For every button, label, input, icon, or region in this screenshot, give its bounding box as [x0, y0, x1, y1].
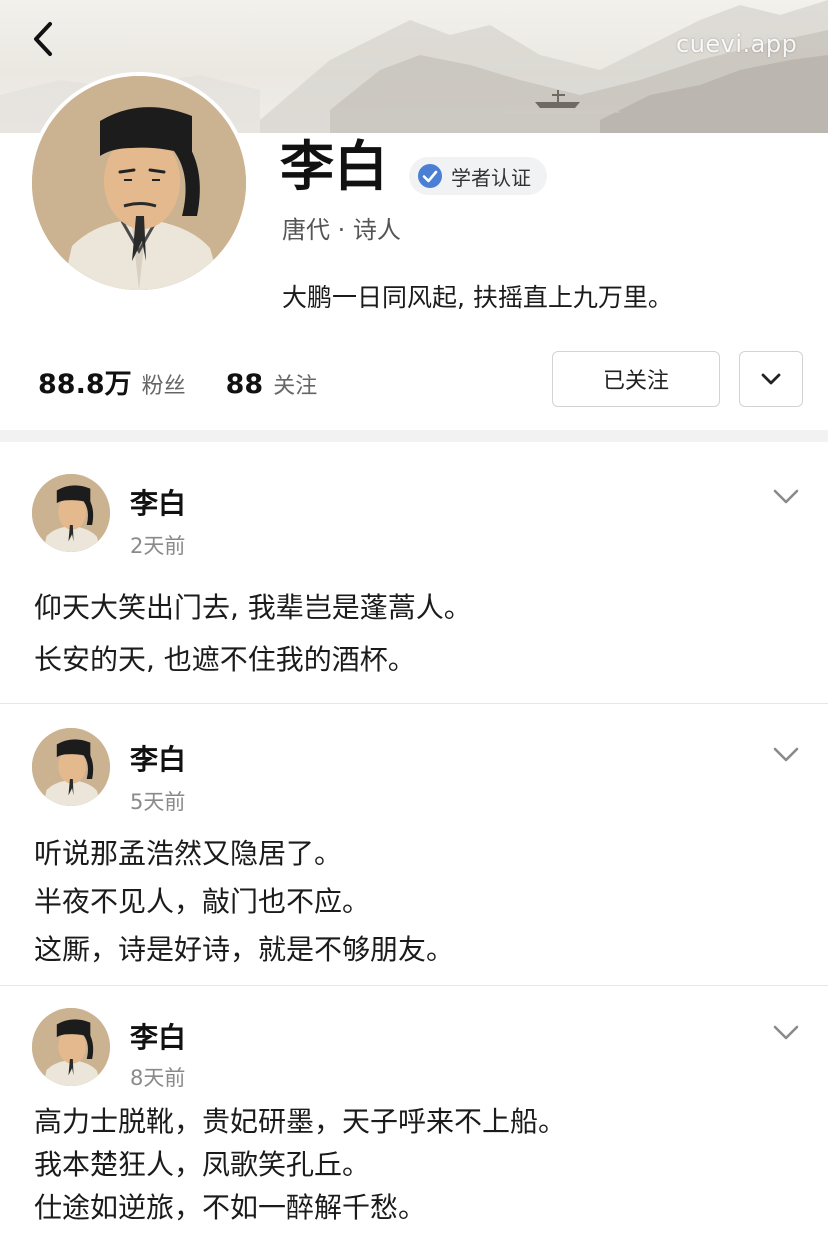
post-line: 我本楚狂人，凤歌笑孔丘。 — [34, 1148, 371, 1181]
profile-bio: 大鹏一日同风起, 扶摇直上九万里。 — [282, 283, 673, 312]
post-text: 听说那孟浩然又隐居了。 半夜不见人，敲门也不应。 这厮，诗是好诗，就是不够朋友。 — [34, 830, 454, 974]
more-options-button[interactable] — [739, 351, 803, 407]
profile-avatar[interactable] — [28, 72, 250, 294]
post-avatar[interactable] — [32, 1008, 110, 1086]
poet-portrait — [32, 1008, 110, 1086]
chevron-left-icon[interactable] — [26, 18, 66, 62]
followers-count[interactable]: 88.8万 — [38, 362, 132, 401]
post-card[interactable]: 李白 5天前 听说那孟浩然又隐居了。 半夜不见人，敲门也不应。 这厮，诗是好诗，… — [0, 704, 828, 986]
followers-label[interactable]: 粉丝 — [142, 368, 186, 400]
post-text: 高力士脱靴，贵妃研墨，天子呼来不上船。 我本楚狂人，凤歌笑孔丘。 仕途如逆旅，不… — [34, 1100, 566, 1229]
section-separator — [0, 430, 828, 442]
post-time: 5天前 — [130, 790, 186, 814]
profile-subtitle: 唐代 · 诗人 — [282, 216, 401, 244]
post-avatar[interactable] — [32, 728, 110, 806]
chevron-down-icon[interactable] — [770, 1022, 802, 1044]
post-card[interactable]: 李白 2天前 仰天大笑出门去, 我辈岂是蓬蒿人。 长安的天, 也遮不住我的酒杯。 — [0, 442, 828, 704]
post-author[interactable]: 李白 — [130, 482, 186, 522]
watermark-text: cuevi.app — [676, 30, 798, 58]
chevron-down-icon[interactable] — [770, 744, 802, 766]
verified-check-icon — [418, 164, 442, 188]
post-line: 仰天大笑出门去, 我辈岂是蓬蒿人。 — [34, 591, 472, 624]
following-count[interactable]: 88 — [226, 369, 264, 400]
following-label[interactable]: 关注 — [273, 368, 317, 400]
post-avatar[interactable] — [32, 474, 110, 552]
post-author[interactable]: 李白 — [130, 738, 186, 778]
following-button[interactable]: 已关注 — [552, 351, 720, 407]
poet-portrait — [32, 474, 110, 552]
post-line: 半夜不见人，敲门也不应。 — [34, 885, 371, 918]
profile-stats: 88.8万 粉丝 88 关注 — [38, 362, 357, 401]
chevron-down-icon — [761, 373, 781, 385]
verification-badge: 学者认证 — [409, 157, 547, 195]
post-line: 仕途如逆旅，不如一醉解千愁。 — [34, 1191, 427, 1224]
poet-portrait — [32, 728, 110, 806]
post-time: 2天前 — [130, 534, 186, 558]
post-author[interactable]: 李白 — [130, 1016, 186, 1056]
post-line: 长安的天, 也遮不住我的酒杯。 — [34, 643, 416, 676]
chevron-down-icon[interactable] — [770, 486, 802, 508]
poet-portrait — [32, 76, 246, 290]
post-text: 仰天大笑出门去, 我辈岂是蓬蒿人。 长安的天, 也遮不住我的酒杯。 — [34, 582, 472, 686]
post-line: 高力士脱靴，贵妃研墨，天子呼来不上船。 — [34, 1105, 567, 1138]
badge-label: 学者认证 — [451, 165, 531, 190]
post-card[interactable]: 李白 8天前 高力士脱靴，贵妃研墨，天子呼来不上船。 我本楚狂人，凤歌笑孔丘。 … — [0, 986, 828, 1242]
post-time: 8天前 — [130, 1066, 186, 1090]
post-line: 听说那孟浩然又隐居了。 — [34, 837, 343, 870]
profile-name: 李白 — [280, 135, 388, 198]
post-line: 这厮，诗是好诗，就是不够朋友。 — [34, 933, 455, 966]
